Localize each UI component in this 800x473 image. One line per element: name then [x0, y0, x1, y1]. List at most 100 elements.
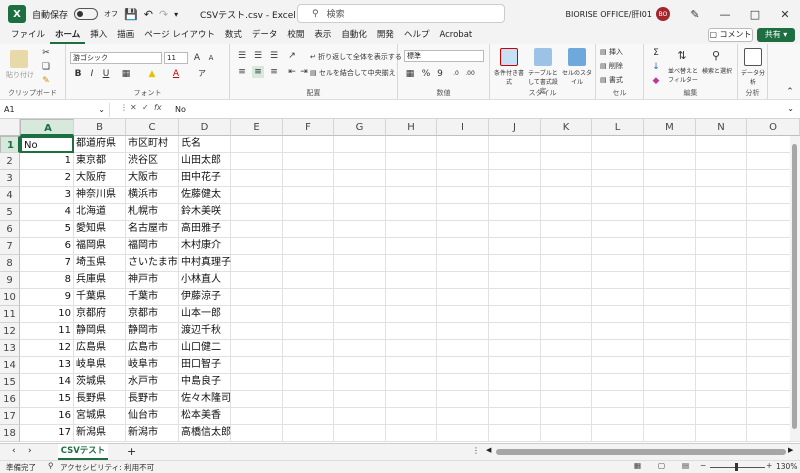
cell[interactable]: 新潟市: [126, 425, 179, 442]
cell[interactable]: [696, 153, 747, 170]
cell[interactable]: 11: [20, 323, 74, 340]
cell[interactable]: 12: [20, 340, 74, 357]
decrease-decimal-icon[interactable]: .00: [464, 68, 476, 80]
cell[interactable]: [696, 136, 747, 153]
column-header[interactable]: F: [283, 119, 334, 136]
cell[interactable]: [231, 153, 283, 170]
cell[interactable]: 兵庫県: [74, 272, 126, 289]
align-left-icon[interactable]: ≡: [236, 66, 248, 78]
cell[interactable]: [541, 425, 592, 442]
font-family-select[interactable]: 游ゴシック: [70, 52, 162, 64]
cell[interactable]: [437, 289, 489, 306]
cell[interactable]: [489, 391, 541, 408]
cell[interactable]: [386, 374, 437, 391]
row-header[interactable]: 1: [0, 136, 20, 153]
cell[interactable]: [437, 255, 489, 272]
cell[interactable]: さいたま市: [126, 255, 179, 272]
cell[interactable]: [334, 170, 386, 187]
cell[interactable]: [334, 153, 386, 170]
cell[interactable]: [437, 340, 489, 357]
column-header[interactable]: B: [74, 119, 126, 136]
row-header[interactable]: 3: [0, 170, 20, 187]
cell[interactable]: [644, 374, 696, 391]
cut-icon[interactable]: ✂: [40, 47, 52, 59]
cell[interactable]: 氏名: [179, 136, 231, 153]
ribbon-tab[interactable]: 校閲: [282, 28, 309, 44]
close-button[interactable]: ✕: [770, 8, 800, 21]
cell[interactable]: [437, 272, 489, 289]
cell[interactable]: [541, 374, 592, 391]
cell[interactable]: [644, 408, 696, 425]
cell[interactable]: [541, 408, 592, 425]
cell[interactable]: 岐阜県: [74, 357, 126, 374]
cell[interactable]: 京都市: [126, 306, 179, 323]
row-header[interactable]: 16: [0, 391, 20, 408]
cell[interactable]: [696, 408, 747, 425]
number-format-select[interactable]: 標準: [404, 50, 484, 62]
cell[interactable]: [696, 357, 747, 374]
cell[interactable]: [489, 374, 541, 391]
ribbon-tab[interactable]: 数式: [220, 28, 247, 44]
cell[interactable]: [592, 238, 644, 255]
cell[interactable]: 名古屋市: [126, 221, 179, 238]
cell[interactable]: 茨城県: [74, 374, 126, 391]
cell[interactable]: [541, 238, 592, 255]
cell[interactable]: [386, 204, 437, 221]
cell[interactable]: 8: [20, 272, 74, 289]
cell[interactable]: [231, 255, 283, 272]
cell[interactable]: [644, 170, 696, 187]
cell[interactable]: [644, 187, 696, 204]
cell[interactable]: [489, 340, 541, 357]
cell[interactable]: 10: [20, 306, 74, 323]
cell[interactable]: [283, 153, 334, 170]
cell[interactable]: [592, 204, 644, 221]
format-as-table-icon[interactable]: [534, 48, 552, 66]
autosave-toggle[interactable]: [74, 8, 99, 20]
fill-color-icon[interactable]: ▲: [146, 68, 158, 80]
cell[interactable]: [592, 272, 644, 289]
row-header[interactable]: 11: [0, 306, 20, 323]
cell[interactable]: [489, 323, 541, 340]
cell[interactable]: [437, 221, 489, 238]
cell[interactable]: [283, 408, 334, 425]
select-all-corner[interactable]: [0, 119, 20, 136]
cell[interactable]: [592, 153, 644, 170]
cell[interactable]: 4: [20, 204, 74, 221]
cell[interactable]: [489, 272, 541, 289]
search-box[interactable]: ⚲ 検索: [297, 4, 505, 23]
cell[interactable]: [592, 136, 644, 153]
cell[interactable]: 宮城県: [74, 408, 126, 425]
paste-icon[interactable]: [10, 50, 28, 68]
maximize-button[interactable]: □: [740, 8, 770, 21]
cell[interactable]: [489, 170, 541, 187]
cell[interactable]: [696, 204, 747, 221]
cell[interactable]: 中島良子: [179, 374, 231, 391]
cell[interactable]: [231, 323, 283, 340]
ribbon-tab[interactable]: Acrobat: [434, 28, 477, 44]
cell[interactable]: [334, 306, 386, 323]
cell[interactable]: [283, 306, 334, 323]
column-header[interactable]: L: [592, 119, 644, 136]
cell[interactable]: 京都府: [74, 306, 126, 323]
column-header[interactable]: C: [126, 119, 179, 136]
cell[interactable]: [541, 204, 592, 221]
cell[interactable]: [231, 221, 283, 238]
enter-icon[interactable]: ✓: [142, 103, 149, 112]
cell[interactable]: [283, 374, 334, 391]
cell[interactable]: 13: [20, 357, 74, 374]
increase-indent-icon[interactable]: ⇥: [298, 66, 310, 78]
cell[interactable]: [334, 221, 386, 238]
zoom-in-icon[interactable]: +: [766, 461, 772, 470]
cell[interactable]: [541, 323, 592, 340]
find-select-icon[interactable]: ⚲: [710, 50, 722, 62]
row-header[interactable]: 7: [0, 238, 20, 255]
scroll-right-icon[interactable]: ▶: [788, 446, 793, 454]
column-header[interactable]: O: [747, 119, 800, 136]
cell[interactable]: 山本一郎: [179, 306, 231, 323]
cell[interactable]: [283, 221, 334, 238]
cell[interactable]: 大阪市: [126, 170, 179, 187]
cell[interactable]: [334, 272, 386, 289]
cell[interactable]: 16: [20, 408, 74, 425]
cell[interactable]: [541, 272, 592, 289]
column-header[interactable]: J: [489, 119, 541, 136]
